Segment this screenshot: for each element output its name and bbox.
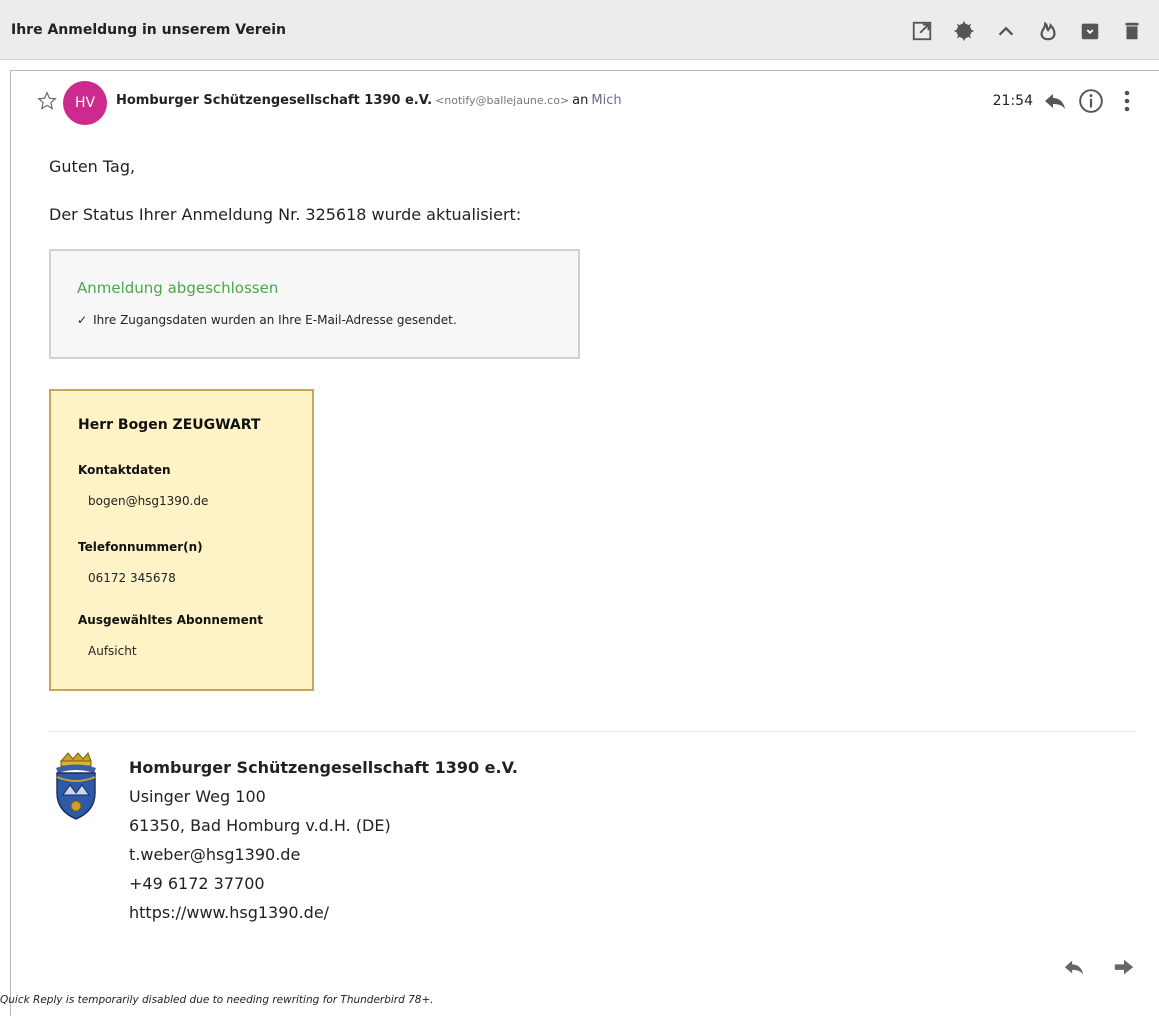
subject-bar: Ihre Anmeldung in unserem Verein <box>0 0 1159 60</box>
more-options-icon[interactable] <box>1113 87 1141 115</box>
club-crest-logo <box>56 752 96 820</box>
info-icon[interactable] <box>1077 87 1105 115</box>
signature-name: Homburger Schützengesellschaft 1390 e.V. <box>129 758 518 777</box>
delete-icon[interactable] <box>1117 16 1147 46</box>
reply-icon[interactable] <box>1041 87 1069 115</box>
status-message: ✓ Ihre Zugangsdaten wurden an Ihre E-Mail… <box>77 313 457 327</box>
member-name: Herr Bogen ZEUGWART <box>78 417 261 433</box>
subscription-value: Aufsicht <box>88 644 137 658</box>
archive-icon[interactable] <box>1075 16 1105 46</box>
reply-footer-icon[interactable] <box>1059 955 1089 981</box>
sender-avatar: HV <box>63 81 107 125</box>
signature-email[interactable]: t.weber@hsg1390.de <box>129 840 518 869</box>
signature-divider <box>49 731 1135 732</box>
sender-email[interactable]: <notify@ballejaune.co> <box>435 94 569 107</box>
settings-icon[interactable] <box>949 16 979 46</box>
star-icon[interactable] <box>37 91 57 111</box>
header-actions: 21:54 <box>993 87 1141 115</box>
status-title: Anmeldung abgeschlossen <box>77 279 279 297</box>
message-toolbar <box>907 16 1147 46</box>
footer-actions <box>1059 955 1139 981</box>
burn-icon[interactable] <box>1033 16 1063 46</box>
contact-value[interactable]: bogen@hsg1390.de <box>88 494 208 508</box>
sender-name[interactable]: Homburger Schützengesellschaft 1390 e.V. <box>116 93 432 108</box>
signature-city: 61350, Bad Homburg v.d.H. (DE) <box>129 816 391 835</box>
message-frame: HV Homburger Schützengesellschaft 1390 e… <box>10 70 1159 1016</box>
status-box: Anmeldung abgeschlossen ✓ Ihre Zugangsdat… <box>49 249 580 359</box>
signature-website[interactable]: https://www.hsg1390.de/ <box>129 898 518 927</box>
open-in-new-icon[interactable] <box>907 16 937 46</box>
status-message-text: Ihre Zugangsdaten wurden an Ihre E-Mail-… <box>93 313 457 327</box>
check-icon: ✓ <box>77 313 88 327</box>
collapse-icon[interactable] <box>991 16 1021 46</box>
recipient-prefix: an <box>572 93 589 108</box>
status-line: Der Status Ihrer Anmeldung Nr. 325618 wu… <box>49 205 522 224</box>
phone-value: 06172 345678 <box>88 571 176 585</box>
message-header: HV Homburger Schützengesellschaft 1390 e… <box>11 71 1159 135</box>
sender-line: Homburger Schützengesellschaft 1390 e.V.… <box>116 93 622 108</box>
signature-street: Usinger Weg 100 <box>129 787 266 806</box>
phone-label: Telefonnummer(n) <box>78 540 203 554</box>
message-subject: Ihre Anmeldung in unserem Verein <box>11 22 286 38</box>
signature: Homburger Schützengesellschaft 1390 e.V.… <box>129 753 518 927</box>
greeting: Guten Tag, <box>49 157 136 176</box>
recipient-name[interactable]: Mich <box>591 93 621 108</box>
member-card: Herr Bogen ZEUGWART Kontaktdaten bogen@h… <box>49 389 314 691</box>
message-time: 21:54 <box>992 93 1033 109</box>
forward-icon[interactable] <box>1109 955 1139 981</box>
subscription-label: Ausgewähltes Abonnement <box>78 613 264 627</box>
contact-label: Kontaktdaten <box>78 463 171 477</box>
quick-reply-notice: Quick Reply is temporarily disabled due … <box>0 994 434 1006</box>
signature-phone: +49 6172 37700 <box>129 874 265 893</box>
